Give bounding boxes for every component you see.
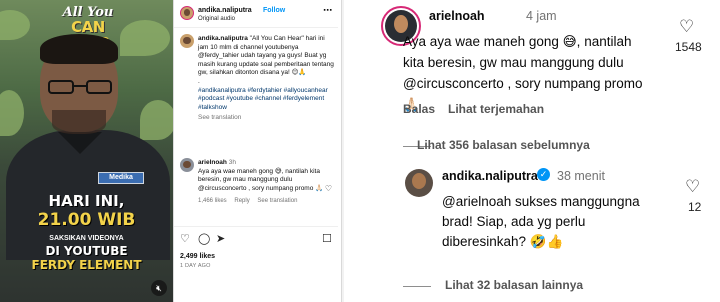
speaker-muted-icon[interactable]: 🔇︎ [151, 280, 167, 296]
comment-time: 4 jam [526, 9, 557, 23]
promo-line-1: HARI INI, [48, 192, 125, 210]
leaf-decoration [140, 100, 173, 140]
reply-time: 38 menit [557, 169, 605, 183]
comment-username[interactable]: arielnoah [198, 159, 227, 166]
likes-count[interactable]: 2,499 likes [180, 252, 215, 261]
verified-badge-icon: ✓ [537, 168, 550, 181]
video-player[interactable]: All You CAN HEAR Medika HARI INI, 21.00 … [0, 0, 173, 302]
comment-meta: 1,466 likes Reply See translation [198, 197, 326, 206]
shirt-badge: Medika [98, 172, 144, 184]
promo-line-5: FERDY ELEMENT [31, 258, 142, 272]
heart-icon[interactable]: ♡ [180, 233, 190, 245]
comment-username[interactable]: arielnoah [429, 9, 485, 23]
reply-button[interactable]: Balas [403, 102, 435, 116]
comment-likes[interactable]: 1,466 likes [198, 198, 227, 204]
post-date: 1 DAY AGO [180, 263, 211, 269]
post-actions: ♡ ◯ ➤ ☐ [180, 233, 332, 247]
view-more-replies-button[interactable]: Lihat 32 balasan lainnya [445, 278, 583, 292]
bookmark-icon[interactable]: ☐ [322, 233, 332, 245]
audio-label[interactable]: Original audio [198, 15, 235, 24]
panel-divider [341, 0, 344, 302]
see-translation-button[interactable]: Lihat terjemahan [448, 102, 544, 116]
post-sidebar: andika.naliputra Follow Original audio ⋯… [174, 0, 338, 302]
reply-link[interactable]: Reply [234, 198, 249, 204]
avatar[interactable] [180, 6, 194, 20]
divider [174, 226, 338, 227]
reply-username[interactable]: andika.naliputra [442, 169, 538, 183]
post-username[interactable]: andika.naliputra [198, 6, 252, 15]
leaf-decoration [0, 10, 30, 40]
heart-icon[interactable]: ♡ [325, 184, 332, 193]
zoomed-comments: arielnoah 4 jam Aya aya wae maneh gong 😅… [345, 0, 720, 302]
person-hair [40, 34, 118, 64]
caption-username[interactable]: andika.naliputra [198, 35, 248, 42]
see-translation-link[interactable]: See translation [257, 198, 297, 204]
divider [174, 27, 338, 28]
leaf-decoration [120, 20, 170, 56]
person-beard [52, 110, 106, 134]
caption-dot: . [198, 77, 200, 85]
person-glasses [48, 80, 112, 94]
heart-icon[interactable]: ♡ [679, 18, 694, 36]
reply-text: @arielnoah sukses manggungna brad! Siap,… [442, 194, 640, 249]
heart-icon[interactable]: ♡ [685, 178, 700, 196]
post-header: andika.naliputra Follow Original audio ⋯ [180, 6, 332, 22]
promo-overlay: HARI INI, 21.00 WIB SAKSIKAN VIDEONYA DI… [0, 192, 173, 272]
avatar[interactable] [405, 169, 433, 197]
leaf-decoration [0, 90, 24, 136]
comment-text: Aya aya wae maneh gong 😅, nantilah kita … [198, 167, 324, 192]
view-previous-replies-button[interactable]: Lihat 356 balasan sebelumnya [417, 138, 590, 152]
instagram-post-screenshot: All You CAN HEAR Medika HARI INI, 21.00 … [0, 0, 341, 302]
avatar[interactable] [180, 34, 194, 48]
promo-line-2: 21.00 WIB [37, 210, 136, 230]
follow-button[interactable]: Follow [263, 6, 285, 15]
caption-hashtags[interactable]: #andikanaliputra #ferdytahier #allyoucan… [198, 87, 328, 111]
see-translation-link[interactable]: See translation [198, 114, 336, 123]
comment-icon[interactable]: ◯ [198, 233, 210, 245]
more-icon[interactable]: ⋯ [323, 6, 332, 15]
thread-line [403, 286, 431, 287]
avatar[interactable] [180, 158, 194, 172]
comment-time: 3h [228, 159, 236, 166]
promo-line-4: DI YOUTUBE [45, 244, 128, 258]
reply-like-count: 12 [688, 200, 702, 214]
comment-like-count: 1548 [675, 40, 702, 54]
share-icon[interactable]: ➤ [216, 233, 225, 245]
promo-line-3: SAKSIKAN VIDEONYA [49, 235, 124, 242]
